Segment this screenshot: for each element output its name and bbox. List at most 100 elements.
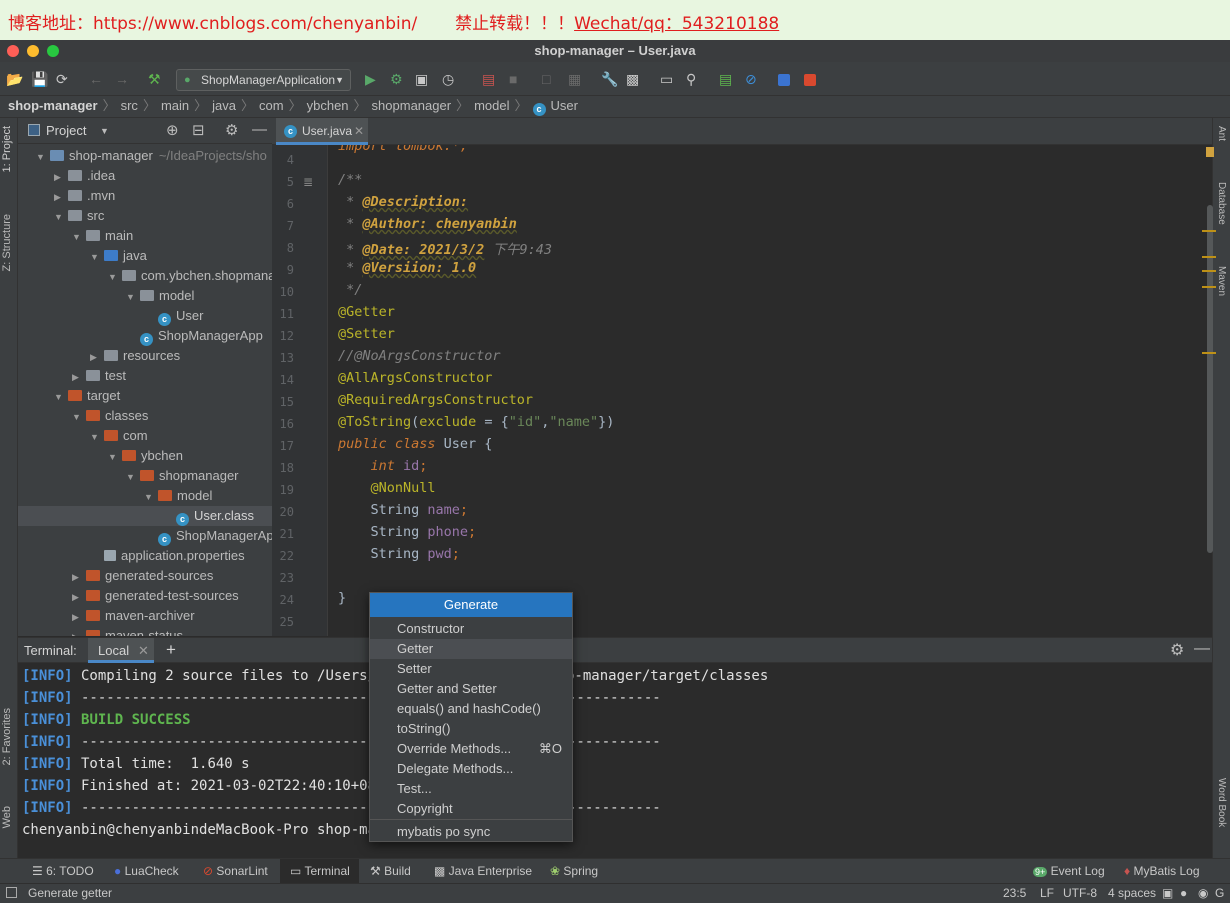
- close-window-button[interactable]: [7, 45, 19, 57]
- lock-icon[interactable]: ▣: [1162, 884, 1173, 903]
- open-folder-icon[interactable]: 📂: [6, 70, 23, 88]
- tree-item-class[interactable]: c User: [18, 306, 272, 326]
- forward-icon[interactable]: →: [115, 70, 129, 88]
- tree-item-appclass[interactable]: c ShopManagerApp: [18, 326, 272, 346]
- generate-menu-item[interactable]: equals() and hashCode(): [370, 699, 572, 719]
- tab-local[interactable]: Local ✕: [88, 638, 154, 663]
- terminal-output[interactable]: [INFO] Compiling 2 source files to /User…: [18, 663, 1212, 858]
- stop-icon[interactable]: ■: [509, 70, 517, 88]
- generate-menu-item[interactable]: Override Methods... ⌘O: [370, 739, 572, 759]
- chevron-right-icon[interactable]: ▶: [54, 187, 68, 207]
- tool-button-terminal[interactable]: ▭ Terminal: [280, 859, 359, 883]
- tool-button-sonarlint[interactable]: ⊘ SonarLint: [203, 864, 268, 878]
- breadcrumb-item[interactable]: main: [161, 98, 189, 113]
- tool-tab-maven[interactable]: Maven: [1216, 266, 1227, 296]
- tree-item-excluded[interactable]: ▼ target: [18, 386, 272, 406]
- tool-windows-icon[interactable]: [6, 887, 17, 898]
- chevron-down-icon[interactable]: ▼: [100, 126, 109, 136]
- generate-menu-item[interactable]: toString(): [370, 719, 572, 739]
- new-tab-icon[interactable]: +: [166, 640, 176, 660]
- tree-item-package[interactable]: ▼ com.ybchen.shopmana: [18, 266, 272, 286]
- warning-stripe-marker[interactable]: [1202, 352, 1216, 354]
- tree-item-folder[interactable]: ▼ src: [18, 206, 272, 226]
- tool-button-spring[interactable]: ❀ Spring: [550, 864, 598, 878]
- run-configuration-select[interactable]: ● ShopManagerApplication ▼: [176, 69, 351, 91]
- warning-stripe-marker[interactable]: [1202, 230, 1216, 232]
- close-tab-icon[interactable]: ✕: [354, 118, 364, 144]
- tool-button-mybatis-log[interactable]: ♦ MyBatis Log: [1124, 864, 1200, 878]
- generate-menu-item[interactable]: mybatis po sync: [370, 822, 572, 842]
- generate-menu-item[interactable]: Constructor: [370, 619, 572, 639]
- generate-menu-item[interactable]: Test...: [370, 779, 572, 799]
- warning-stripe-marker[interactable]: [1202, 256, 1216, 258]
- build-project-icon[interactable]: ▤: [482, 70, 495, 88]
- locate-icon[interactable]: ⊕: [166, 121, 179, 139]
- tool-button-event-log[interactable]: 9+ Event Log: [1033, 864, 1105, 878]
- tool-button-todo[interactable]: ☰ 6: TODO: [32, 864, 94, 878]
- git-icon[interactable]: ●: [1180, 884, 1187, 903]
- tree-item-excluded[interactable]: ▶ generated-test-sources: [18, 586, 272, 606]
- activity-monitor-icon[interactable]: ▤: [719, 70, 732, 88]
- chevron-down-icon[interactable]: ▼: [126, 467, 140, 487]
- profile-icon[interactable]: ◷: [442, 70, 454, 88]
- debug-icon[interactable]: ⚙: [390, 70, 403, 88]
- tool-button-build[interactable]: ⚒ Build: [370, 864, 411, 878]
- tree-item-folder[interactable]: ▶ .idea: [18, 166, 272, 186]
- chevron-down-icon[interactable]: ▼: [54, 387, 68, 407]
- chevron-down-icon[interactable]: ▼: [144, 487, 158, 507]
- tree-item-excluded[interactable]: ▼ ybchen: [18, 446, 272, 466]
- tool-tab-project[interactable]: 1: Project: [1, 126, 13, 172]
- tool-button-java-enterprise[interactable]: ▩ Java Enterprise: [434, 864, 532, 878]
- line-separator[interactable]: LF: [1040, 884, 1054, 903]
- zoom-window-button[interactable]: [47, 45, 59, 57]
- fold-marker-icon[interactable]: ≣: [303, 175, 313, 189]
- chevron-right-icon[interactable]: ▶: [72, 367, 86, 387]
- chevron-right-icon[interactable]: ▶: [72, 607, 86, 627]
- terminal-window-icon[interactable]: ▭: [660, 70, 673, 88]
- breadcrumb-item[interactable]: shopmanager: [372, 98, 452, 113]
- file-encoding[interactable]: UTF-8: [1063, 884, 1097, 903]
- inspection-warning-icon[interactable]: [1206, 147, 1214, 157]
- chevron-right-icon[interactable]: ▶: [90, 347, 104, 367]
- wrench-icon[interactable]: 🔧: [601, 70, 618, 88]
- tree-item-excluded[interactable]: ▶ maven-archiver: [18, 606, 272, 626]
- warning-stripe-marker[interactable]: [1202, 286, 1216, 288]
- generate-menu-item[interactable]: Setter: [370, 659, 572, 679]
- tree-item-resources[interactable]: ▶ resources: [18, 346, 272, 366]
- google-icon[interactable]: G: [1215, 884, 1224, 903]
- sync-icon[interactable]: ⟳: [56, 70, 68, 88]
- gear-icon[interactable]: ⚙: [1170, 640, 1184, 660]
- tree-item-folder[interactable]: ▼ main: [18, 226, 272, 246]
- tree-item-excluded[interactable]: ▶ maven-status: [18, 626, 272, 636]
- chevron-down-icon[interactable]: ▼: [126, 287, 140, 307]
- chevron-down-icon[interactable]: ▼: [36, 147, 50, 167]
- coverage-icon[interactable]: ▣: [415, 70, 428, 88]
- tool-tab-favorites[interactable]: 2: Favorites: [1, 708, 13, 765]
- tree-item-props[interactable]: application.properties: [18, 546, 272, 566]
- chevron-down-icon[interactable]: ▼: [54, 207, 68, 227]
- generate-menu-item[interactable]: Getter and Setter: [370, 679, 572, 699]
- tool-tab-database[interactable]: Database: [1216, 182, 1227, 225]
- tree-item-classfile[interactable]: c User.class: [18, 506, 272, 526]
- code-editor[interactable]: import lombok.*; /** * @Description: * @A…: [329, 145, 1209, 636]
- close-tab-icon[interactable]: ✕: [138, 643, 149, 659]
- chevron-down-icon[interactable]: ▼: [72, 227, 86, 247]
- chevron-down-icon[interactable]: ▼: [108, 267, 122, 287]
- inspector-icon[interactable]: ◉: [1198, 884, 1208, 903]
- tree-item-folder[interactable]: ▶ test: [18, 366, 272, 386]
- breadcrumb-item[interactable]: shop-manager: [8, 98, 98, 113]
- tool-tab-ant[interactable]: Ant: [1216, 126, 1227, 141]
- tree-item-module[interactable]: ▼ shop-manager ~/IdeaProjects/sho: [18, 146, 272, 166]
- tool-tab-word-book[interactable]: Word Book: [1216, 778, 1227, 827]
- tree-item-classfile[interactable]: c ShopManagerApp: [18, 526, 272, 546]
- tool-button-luacheck[interactable]: ● LuaCheck: [114, 864, 179, 878]
- vcs-icon[interactable]: ▦: [568, 70, 581, 88]
- generate-menu-item[interactable]: Copyright: [370, 799, 572, 819]
- collapse-all-icon[interactable]: ⊟: [192, 121, 205, 139]
- hide-icon[interactable]: —: [1194, 640, 1210, 658]
- project-structure-icon[interactable]: ▩: [626, 70, 639, 88]
- generate-menu-item[interactable]: Delegate Methods...: [370, 759, 572, 779]
- chevron-right-icon[interactable]: ▶: [54, 167, 68, 187]
- chevron-down-icon[interactable]: ▼: [90, 247, 104, 267]
- hide-icon[interactable]: —: [252, 121, 267, 138]
